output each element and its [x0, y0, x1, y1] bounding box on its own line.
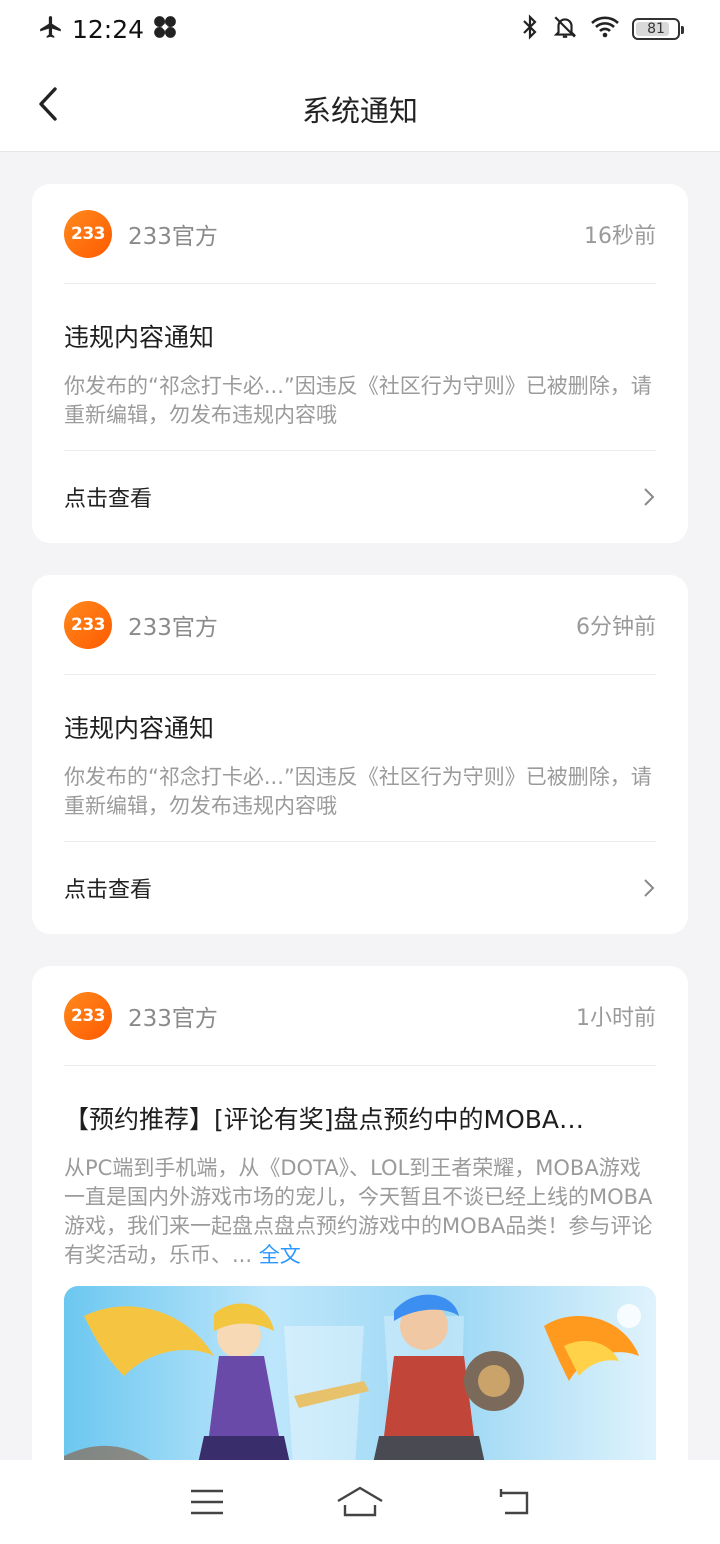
status-time: 12:24	[72, 14, 145, 44]
notification-text: 你发布的“祁念打卡必...”因违反《社区行为守则》已被删除，请重新编辑，勿发布违…	[64, 765, 652, 818]
full-text-link[interactable]: 全文	[259, 1243, 301, 1267]
notification-time: 1小时前	[576, 1005, 656, 1031]
sender-avatar: 233	[64, 209, 112, 258]
app-header: 系统通知	[0, 58, 720, 152]
sender-avatar: 233	[64, 991, 112, 1040]
card-body: 【预约推荐】[评论有奖]盘点预约中的MOBA… 从PC端到手机端，从《DOTA》…	[64, 1066, 656, 1500]
card-body: 违规内容通知 你发布的“祁念打卡必...”因违反《社区行为守则》已被删除，请重新…	[64, 284, 656, 451]
game-characters-illustration	[64, 1294, 641, 1482]
wifi-icon	[590, 15, 620, 43]
card-body: 违规内容通知 你发布的“祁念打卡必...”因违反《社区行为守则》已被删除，请重新…	[64, 675, 656, 842]
view-details-row[interactable]: 点击查看	[64, 451, 656, 543]
sender-name: 233官方	[128, 614, 218, 641]
view-details-label: 点击查看	[64, 487, 153, 512]
notification-time: 16秒前	[584, 223, 656, 249]
notification-card[interactable]: 233 233官方 1小时前 【预约推荐】[评论有奖]盘点预约中的MOBA… 从…	[32, 966, 688, 1500]
sender-name: 233官方	[128, 1005, 218, 1032]
notification-card[interactable]: 233 233官方 16秒前 违规内容通知 你发布的“祁念打卡必...”因违反《…	[32, 184, 688, 543]
menu-button[interactable]	[177, 1472, 237, 1532]
status-bar: 12:24 81	[0, 0, 720, 58]
notification-title: 【预约推荐】[评论有奖]盘点预约中的MOBA…	[64, 1105, 585, 1134]
chevron-right-icon	[644, 879, 655, 897]
view-details-row[interactable]: 点击查看	[64, 842, 656, 934]
notification-text-content: 从PC端到手机端，从《DOTA》、LOL到王者荣耀，MOBA游戏一直是国内外游戏…	[64, 1156, 653, 1267]
airplane-icon	[38, 14, 64, 44]
chevron-right-icon	[644, 488, 655, 506]
notification-time: 6分钟前	[576, 614, 656, 640]
back-arrow-icon	[500, 1489, 529, 1515]
bluetooth-icon	[520, 14, 540, 44]
notification-title: 违规内容通知	[64, 323, 215, 352]
notification-card[interactable]: 233 233官方 6分钟前 违规内容通知 你发布的“祁念打卡必...”因违反《…	[32, 575, 688, 934]
home-icon	[337, 1486, 383, 1517]
page-title: 系统通知	[301, 94, 418, 128]
view-details-label: 点击查看	[64, 878, 153, 903]
status-left: 12:24	[38, 14, 178, 44]
battery-level: 81	[647, 21, 665, 37]
status-right: 81	[520, 14, 684, 44]
battery-indicator: 81	[632, 18, 684, 40]
system-nav-bar	[0, 1460, 720, 1544]
notification-title: 违规内容通知	[64, 714, 215, 743]
back-nav-button[interactable]	[483, 1472, 543, 1532]
fan-icon	[152, 14, 178, 44]
card-header: 233 233官方 6分钟前	[64, 575, 656, 675]
home-button[interactable]	[330, 1472, 390, 1532]
notification-list: 233 233官方 16秒前 违规内容通知 你发布的“祁念打卡必...”因违反《…	[32, 184, 688, 1532]
notification-text: 从PC端到手机端，从《DOTA》、LOL到王者荣耀，MOBA游戏一直是国内外游戏…	[64, 1154, 656, 1270]
bell-muted-icon	[552, 14, 578, 44]
game-banner-image[interactable]	[64, 1286, 656, 1482]
sender-name: 233官方	[128, 223, 218, 250]
notification-text: 你发布的“祁念打卡必...”因违反《社区行为守则》已被删除，请重新编辑，勿发布违…	[64, 374, 652, 427]
menu-icon	[190, 1489, 223, 1515]
card-header: 233 233官方 1小时前	[64, 966, 656, 1066]
card-header: 233 233官方 16秒前	[64, 184, 656, 284]
sender-avatar: 233	[64, 600, 112, 649]
